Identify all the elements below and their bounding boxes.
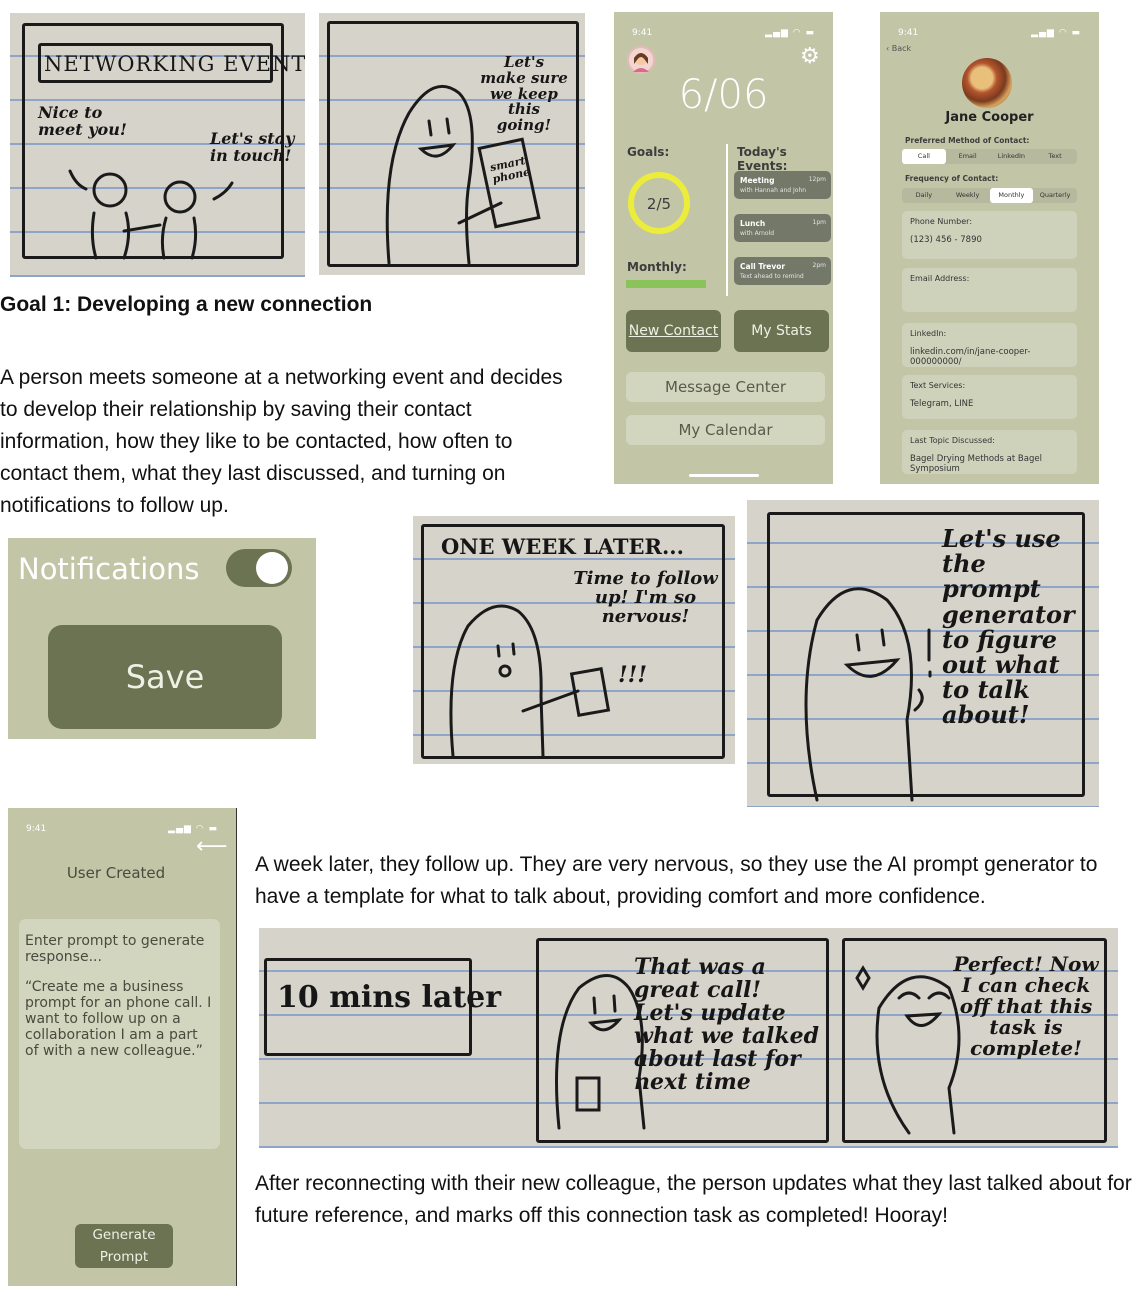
sketch-keep-going: Let's make sure we keep this going! smar… bbox=[319, 13, 585, 275]
linkedin-field[interactable]: LinkedIn: linkedin.com/in/jane-cooper-00… bbox=[902, 323, 1077, 367]
back-button[interactable]: ‹ Back bbox=[886, 44, 911, 53]
event-card[interactable]: Call Trevor Text ahead to remind 2pm bbox=[734, 257, 831, 285]
toggle-knob bbox=[256, 552, 288, 584]
signal-icons: ▂▄▆ ◠ ▬ bbox=[765, 28, 815, 38]
signal-icons: ▂▄▆ ◠ ▬ bbox=[168, 824, 218, 834]
option-monthly[interactable]: Monthly bbox=[989, 188, 1034, 203]
preferred-label: Preferred Method of Contact: bbox=[905, 136, 1030, 145]
monthly-label: Monthly: bbox=[627, 260, 687, 274]
text-services-field[interactable]: Text Services: Telegram, LINE bbox=[902, 375, 1077, 419]
event-card[interactable]: Meeting with Hannah and John 12pm bbox=[734, 171, 831, 199]
phone-field[interactable]: Phone Number: (123) 456 - 7890 bbox=[902, 211, 1077, 259]
status-time: 9:41 bbox=[632, 28, 653, 38]
prompt-placeholder: Enter prompt to generate response... bbox=[25, 933, 205, 965]
status-time: 9:41 bbox=[26, 824, 47, 834]
option-text[interactable]: Text bbox=[1033, 149, 1077, 164]
frequency-selector[interactable]: Daily Weekly Monthly Quarterly bbox=[902, 188, 1077, 203]
email-field[interactable]: Email Address: bbox=[902, 268, 1077, 312]
option-weekly[interactable]: Weekly bbox=[946, 188, 990, 203]
nervous-person-drawing bbox=[449, 604, 611, 758]
option-call[interactable]: Call bbox=[902, 149, 946, 164]
excited-person-drawing bbox=[804, 587, 932, 802]
goals-label: Goals: bbox=[627, 145, 670, 159]
prompt-input[interactable]: Enter prompt to generate response... “Cr… bbox=[19, 919, 220, 1149]
prompt-screen: 9:41 ▂▄▆ ◠ ▬ ⟵ User Created Enter prompt … bbox=[8, 808, 237, 1286]
divider bbox=[726, 144, 728, 296]
back-arrow-icon[interactable]: ⟵ bbox=[196, 834, 228, 859]
last-topic-field[interactable]: Last Topic Discussed: Bagel Drying Metho… bbox=[902, 430, 1077, 474]
goals-value: 2/5 bbox=[646, 195, 672, 213]
prompt-text: “Create me a business prompt for an phon… bbox=[25, 979, 212, 1059]
save-button[interactable]: Save bbox=[48, 625, 282, 729]
notifications-widget: Notifications Save bbox=[8, 538, 316, 739]
sketch-networking-event: NETWORKING EVENT Nice to meet you! Let's… bbox=[10, 13, 305, 277]
option-quarterly[interactable]: Quarterly bbox=[1033, 188, 1077, 203]
avatar[interactable] bbox=[627, 46, 655, 74]
notifications-toggle[interactable] bbox=[226, 549, 292, 587]
notifications-label: Notifications bbox=[18, 552, 200, 586]
message-center-button[interactable]: Message Center bbox=[626, 372, 825, 402]
home-screen: 9:41 ▂▄▆ ◠ ▬ ⚙ 6/06 Goals: 2/5 Monthly: T… bbox=[614, 12, 833, 484]
home-indicator bbox=[689, 474, 759, 477]
final-paragraph: After reconnecting with their new collea… bbox=[255, 1172, 1132, 1227]
option-linkedin[interactable]: LinkedIn bbox=[990, 149, 1034, 164]
two-people-drawing bbox=[68, 169, 234, 260]
gear-icon[interactable]: ⚙ bbox=[800, 46, 820, 68]
my-stats-button[interactable]: My Stats bbox=[734, 310, 829, 352]
sketch-one-week-later: ONE WEEK LATER... Time to follow up! I'm… bbox=[413, 516, 735, 764]
new-contact-button[interactable]: New Contact bbox=[626, 310, 721, 352]
generate-prompt-button[interactable]: Generate Prompt bbox=[75, 1224, 173, 1268]
goal-heading: Goal 1: Developing a new connection bbox=[0, 293, 373, 316]
person-with-phone-drawing bbox=[385, 84, 541, 265]
followup-paragraph: A week later, they follow up. They are v… bbox=[255, 853, 1098, 908]
sketch-after-call: 10 mins later That was a great call! Let… bbox=[259, 928, 1118, 1148]
signal-icons: ▂▄▆ ◠ ▬ bbox=[1031, 28, 1081, 38]
happy-people-drawing bbox=[555, 965, 961, 1135]
status-time: 9:41 bbox=[898, 28, 919, 38]
back-label: Back bbox=[891, 44, 912, 53]
date-display: 6/06 bbox=[678, 72, 769, 118]
monthly-progress-bar bbox=[626, 280, 706, 288]
option-daily[interactable]: Daily bbox=[902, 188, 946, 203]
option-email[interactable]: Email bbox=[946, 149, 990, 164]
events-label: Today's Events: bbox=[737, 145, 788, 173]
contact-name: Jane Cooper bbox=[945, 110, 1034, 125]
event-card[interactable]: Lunch with Arnold 1pm bbox=[734, 214, 831, 242]
my-calendar-button[interactable]: My Calendar bbox=[626, 415, 825, 445]
contact-screen: 9:41 ▂▄▆ ◠ ▬ ‹ Back Jane Cooper Preferred… bbox=[880, 12, 1099, 484]
contact-photo bbox=[962, 58, 1012, 108]
prompt-screen-title: User Created bbox=[66, 864, 166, 882]
frequency-label: Frequency of Contact: bbox=[905, 174, 999, 183]
sketch-prompt-generator: Let's use the prompt generator to figure… bbox=[747, 500, 1099, 807]
intro-paragraph: A person meets someone at a networking e… bbox=[0, 366, 563, 517]
preferred-contact-selector[interactable]: Call Email LinkedIn Text bbox=[902, 149, 1077, 164]
